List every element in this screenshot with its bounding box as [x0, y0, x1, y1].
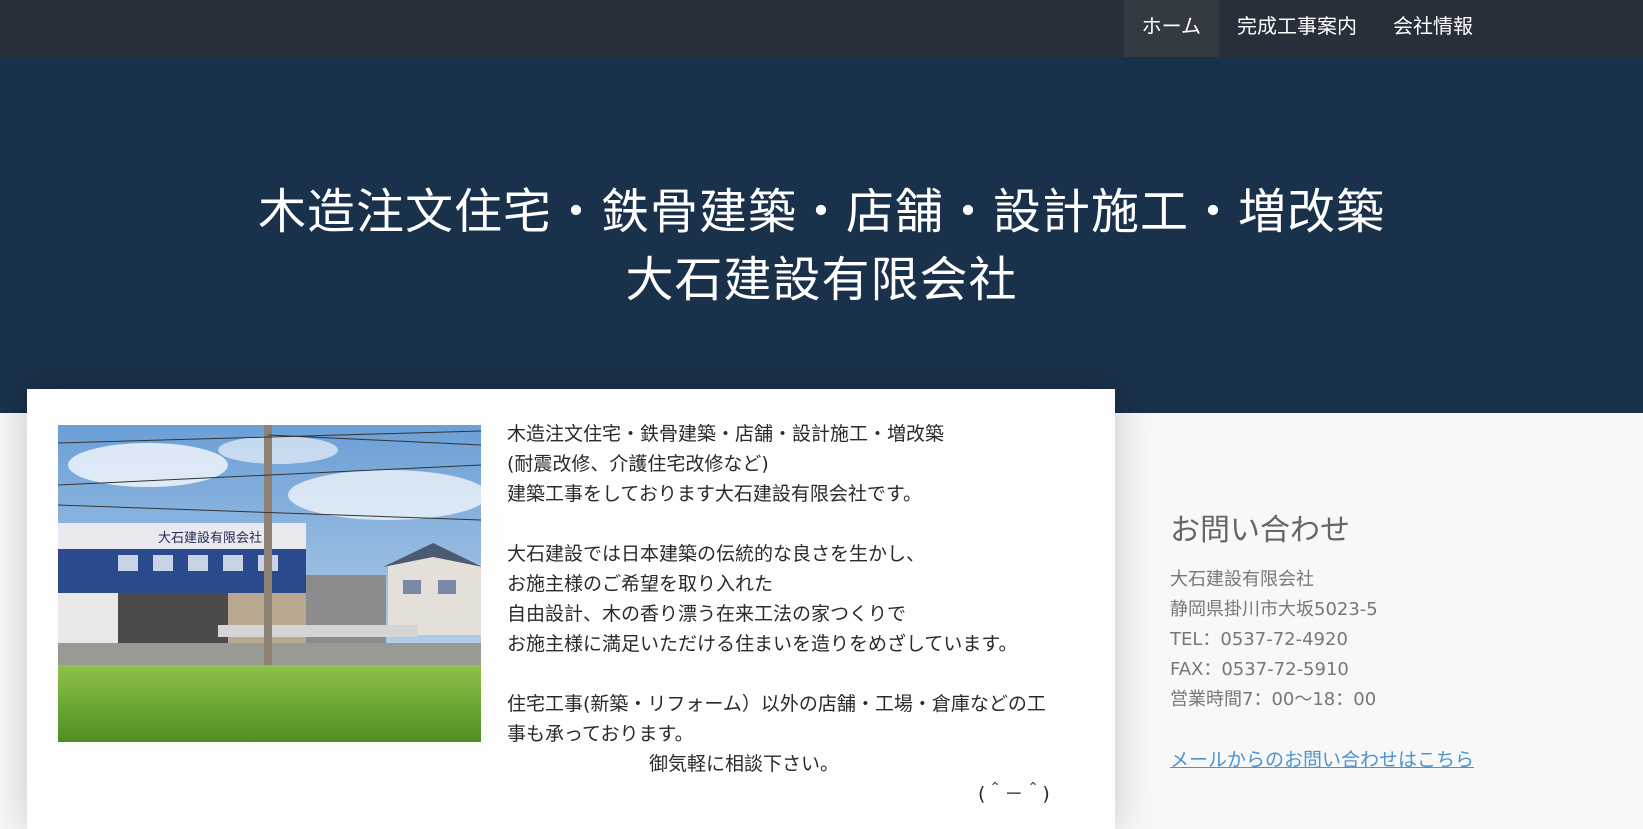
contact-company: 大石建設有限会社: [1170, 569, 1314, 590]
contact-address: 静岡県掛川市大坂5023‐5: [1170, 599, 1378, 620]
intro-line: お施主様に満足いただける住まいを造りをめざしています。: [507, 633, 1018, 655]
intro-line: 建築工事をしております大石建設有限会社です。: [507, 483, 922, 505]
main-content-card: 大石建設有限会社 木造注文住宅・鉄骨建築・店舗・設計施工・増改築 (耐震改修、介…: [27, 389, 1115, 829]
hero-title-company: 大石建設有限会社: [625, 252, 1018, 308]
intro-line: お施主様のご希望を取り入れた: [507, 573, 774, 595]
contact-title: お問い合わせ: [1170, 513, 1350, 548]
hero-banner: 木造注文住宅・鉄骨建築・店舗・設計施工・増改築 大石建設有限会社: [0, 57, 1643, 413]
top-navbar: ホーム 完成工事案内 会社情報: [0, 0, 1643, 57]
consult-line: 御気軽に相談下さい。: [649, 753, 840, 775]
intro-line: 木造注文住宅・鉄骨建築・店舗・設計施工・増改築: [507, 423, 945, 445]
hero-title-services: 木造注文住宅・鉄骨建築・店舗・設計施工・増改築: [257, 184, 1385, 240]
building-photo: 大石建設有限会社: [58, 425, 481, 742]
main-nav: ホーム 完成工事案内 会社情報: [1123, 0, 1491, 57]
nav-home[interactable]: ホーム: [1123, 0, 1219, 57]
intro-line: 住宅工事(新築・リフォーム）以外の店舗・工場・倉庫などの工: [507, 693, 1046, 715]
intro-line: 事も承っております。: [507, 723, 694, 745]
intro-line: 自由設計、木の香り漂う在来工法の家つくりで: [507, 603, 907, 625]
building-photo-image: 大石建設有限会社: [58, 425, 481, 742]
svg-text:大石建設有限会社: 大石建設有限会社: [158, 530, 262, 546]
mail-contact-link[interactable]: メールからのお問い合わせはこちら: [1170, 745, 1474, 772]
intro-line: (耐震改修、介護住宅改修など): [507, 453, 769, 475]
nav-works[interactable]: 完成工事案内: [1219, 0, 1375, 57]
contact-hours: 営業時間7：00～18：00: [1170, 689, 1377, 710]
contact-tel: TEL：0537-72-4920: [1170, 629, 1348, 650]
smiley-text: (＾－＾): [978, 783, 1050, 805]
nav-company[interactable]: 会社情報: [1375, 0, 1491, 57]
intro-text: 木造注文住宅・鉄骨建築・店舗・設計施工・増改築 (耐震改修、介護住宅改修など) …: [507, 419, 1097, 809]
contact-fax: FAX：0537-72-5910: [1170, 659, 1349, 680]
intro-line: 大石建設では日本建築の伝統的な良さを生かし、: [507, 543, 926, 565]
contact-sidebar: お問い合わせ 大石建設有限会社 静岡県掛川市大坂5023‐5 TEL：0537-…: [1170, 505, 1610, 772]
